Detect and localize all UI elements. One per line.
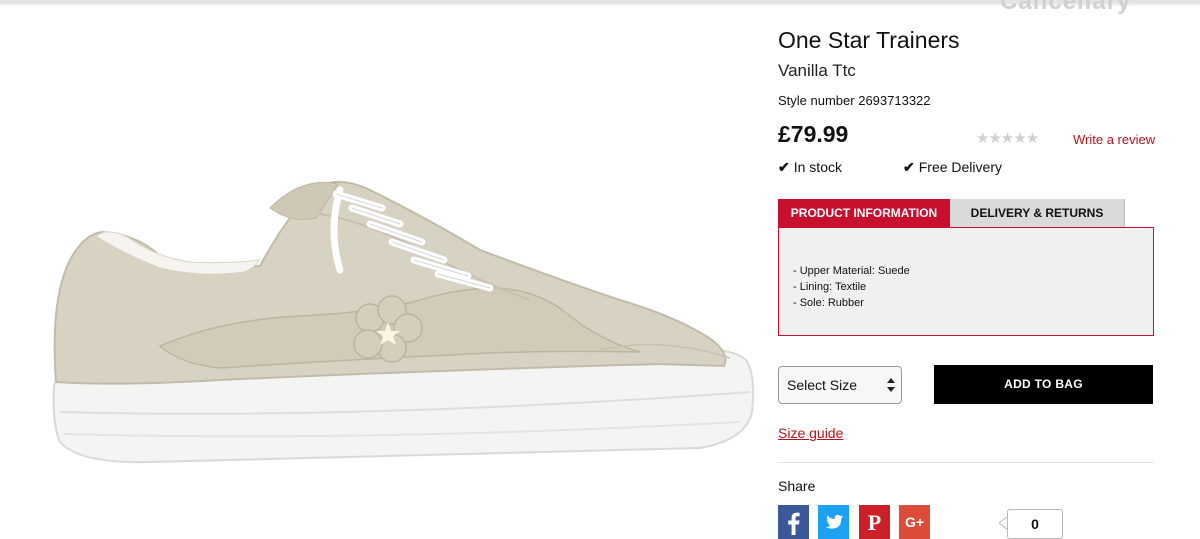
- add-to-bag-button[interactable]: ADD TO BAG: [934, 365, 1153, 404]
- write-review-link[interactable]: Write a review: [1073, 132, 1155, 147]
- tab-product-information[interactable]: PRODUCT INFORMATION: [778, 199, 950, 227]
- rating-stars: ★★★★★: [976, 130, 1039, 147]
- style-number: Style number 2693713322: [778, 93, 931, 108]
- stock-label: In stock: [793, 159, 842, 175]
- pinterest-share-button[interactable]: P: [859, 505, 890, 539]
- pinterest-icon: P: [868, 510, 881, 535]
- style-number-label: Style number: [778, 93, 855, 108]
- spec-list: - Upper Material: Suede - Lining: Textil…: [793, 263, 910, 311]
- tab-panel-product-information: - Upper Material: Suede - Lining: Textil…: [778, 227, 1154, 336]
- size-select-value: Select Size: [787, 377, 858, 393]
- size-guide-link[interactable]: Size guide: [778, 425, 843, 441]
- checkmark-icon: ✔: [778, 159, 790, 175]
- share-label: Share: [778, 478, 816, 494]
- checkmark-icon: ✔: [903, 159, 915, 175]
- product-price: £79.99: [778, 121, 849, 147]
- spec-item: - Sole: Rubber: [793, 297, 864, 309]
- delivery-label: Free Delivery: [918, 159, 1002, 175]
- product-colour: Vanilla Ttc: [778, 61, 856, 80]
- count-pointer-icon: [999, 517, 1007, 529]
- spec-item: - Upper Material: Suede: [793, 265, 910, 277]
- share-count: 0: [1007, 509, 1063, 539]
- spec-item: - Lining: Textile: [793, 281, 867, 293]
- stock-status: ✔ In stock: [778, 159, 842, 176]
- product-title: One Star Trainers: [778, 27, 960, 53]
- google-plus-icon: G+: [905, 514, 924, 530]
- style-number-value: 2693713322: [858, 93, 931, 108]
- svg-text:P: P: [868, 510, 881, 535]
- select-arrows-icon: [887, 378, 895, 392]
- facebook-icon: [788, 512, 800, 535]
- cut-off-heading: Cancellary: [1000, 0, 1132, 15]
- twitter-icon: [825, 514, 843, 529]
- delivery-status: ✔ Free Delivery: [903, 159, 1002, 176]
- google-plus-share-button[interactable]: G+: [899, 505, 930, 539]
- product-image: [52, 180, 755, 464]
- twitter-share-button[interactable]: [818, 505, 849, 539]
- tab-delivery-returns[interactable]: DELIVERY & RETURNS: [950, 199, 1125, 227]
- svg-text:G+: G+: [905, 514, 924, 530]
- divider: [778, 462, 1154, 463]
- facebook-share-button[interactable]: [778, 505, 809, 539]
- size-select[interactable]: Select Size: [778, 366, 902, 404]
